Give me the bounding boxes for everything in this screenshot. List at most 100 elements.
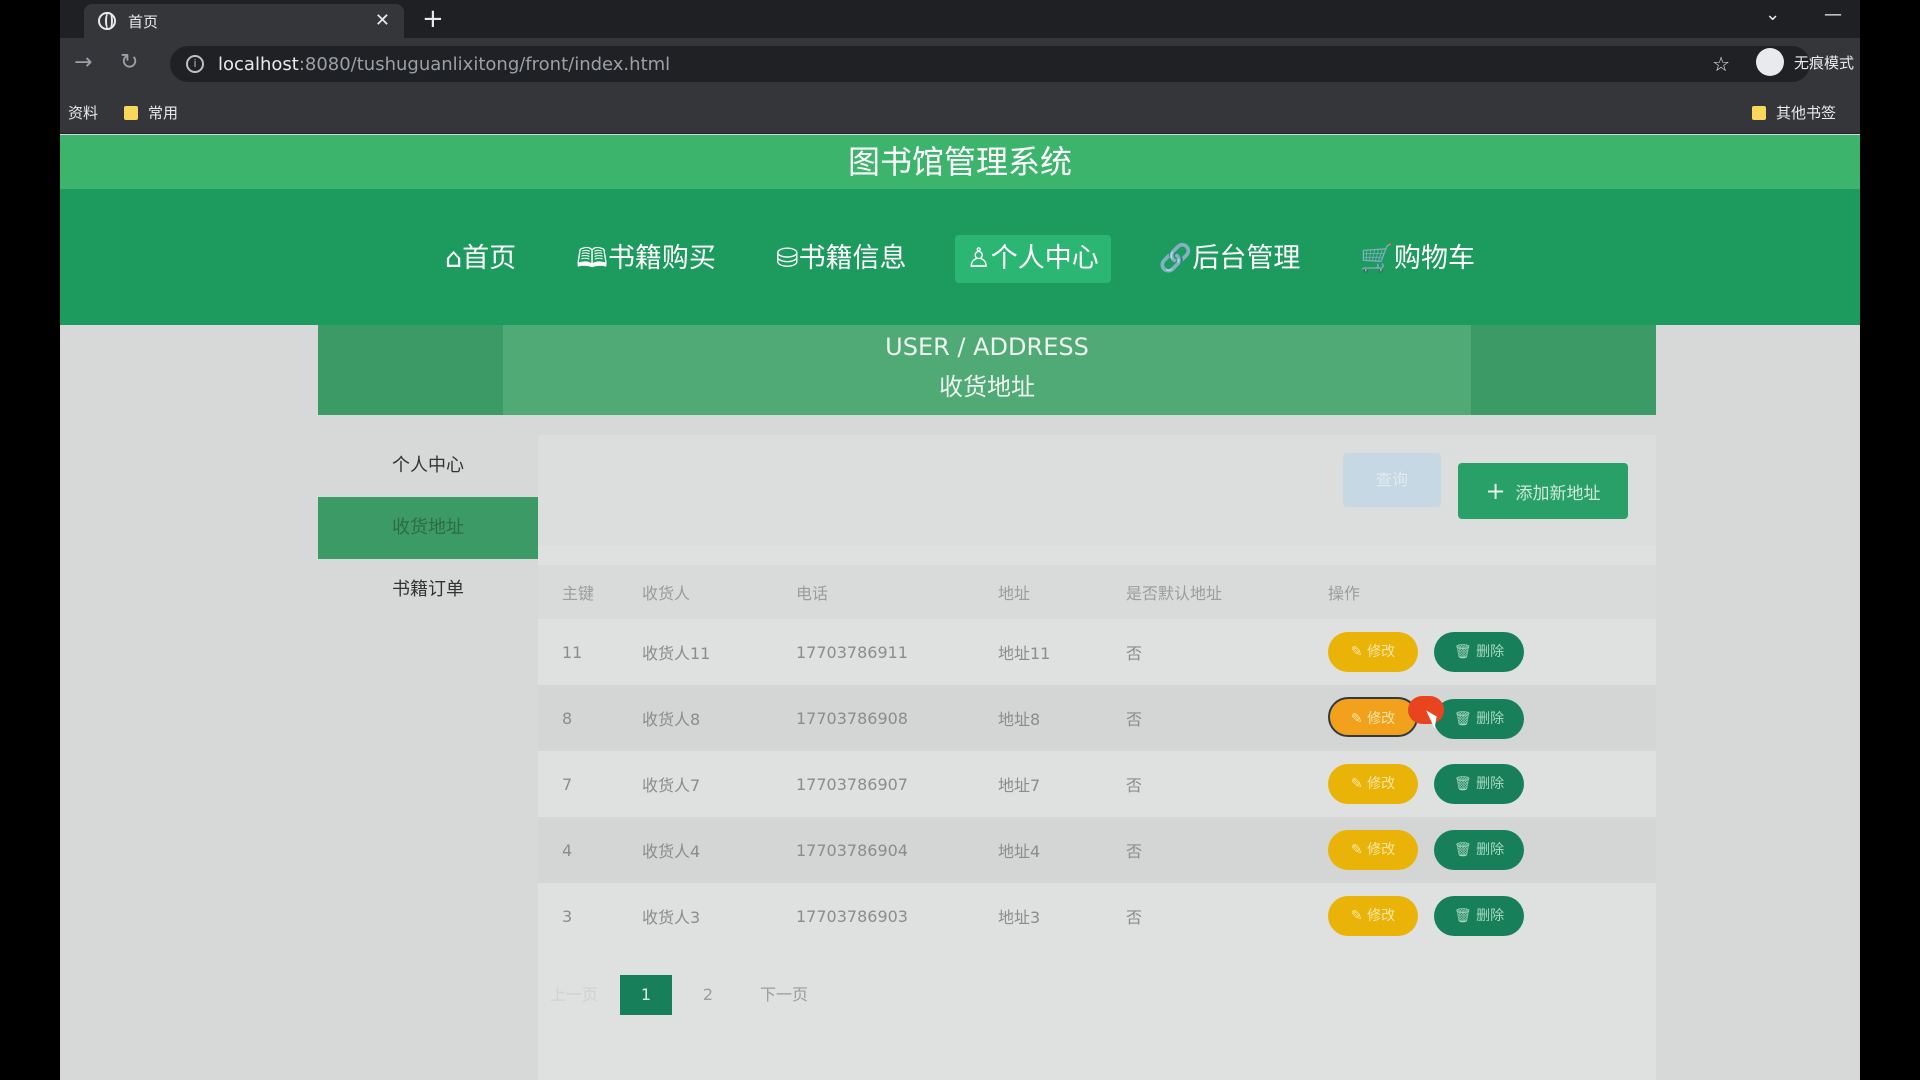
site-info-icon[interactable]: i [186, 55, 204, 73]
url-host: localhost [218, 53, 299, 75]
cell-name: 收货人3 [642, 908, 701, 927]
tab-strip: 首页 ✕ + ⌄ — [60, 0, 1860, 38]
folder-icon [124, 105, 138, 120]
cell-phone: 17703786908 [796, 685, 998, 751]
url-field[interactable]: i localhost:8080/tushuguanlixitong/front… [170, 46, 1810, 82]
edit-button[interactable]: ✎ 修改 [1328, 830, 1418, 870]
cell-id: 8 [538, 685, 642, 751]
site-title: 图书馆管理系统 [60, 135, 1860, 189]
nav-book-info[interactable]: ⛁书籍信息 [764, 235, 919, 283]
tab-search-icon[interactable]: ⌄ [1765, 4, 1780, 25]
cell-default: 否 [1126, 685, 1328, 751]
table-row: 8 收货人8 17703786908 地址8 否 ✎ 修改 🗑 删除 [538, 685, 1656, 751]
nav-cart[interactable]: 🛒购物车 [1348, 235, 1487, 283]
address-bar-row: → ↻ i localhost:8080/tushuguanlixitong/f… [60, 38, 1860, 90]
add-address-label: 添加新地址 [1515, 483, 1601, 504]
page-banner: USER / ADDRESS 收货地址 [318, 325, 1656, 415]
bookmark-folder[interactable]: 常用 [124, 102, 178, 123]
cell-name: 收货人8 [642, 685, 796, 751]
next-page-button[interactable]: 下一页 [744, 975, 824, 1015]
minimize-icon[interactable]: — [1824, 4, 1842, 25]
column-header: 是否默认地址 [1126, 565, 1328, 619]
edit-button[interactable]: ✎ 修改 [1328, 764, 1418, 804]
cell-address: 地址3 [998, 908, 1041, 927]
cell-name: 收货人11 [642, 644, 711, 663]
cell-actions: ✎ 修改 🗑 删除 [1328, 751, 1656, 817]
sidebar-item-address[interactable]: 收货地址 [318, 497, 538, 559]
delete-button[interactable]: 🗑 删除 [1434, 632, 1524, 672]
delete-button[interactable]: 🗑 删除 [1434, 830, 1524, 870]
bookmarks-bar: 资料 常用 其他书签 [60, 90, 1860, 134]
cell-name: 收货人7 [642, 776, 701, 795]
table-header-row: 主键 收货人 电话 地址 是否默认地址 操作 [538, 565, 1656, 619]
new-tab-button[interactable]: + [422, 4, 444, 34]
cell-default: 否 [1126, 644, 1143, 663]
cell-default: 否 [1126, 817, 1328, 883]
bookmark-label: 常用 [148, 104, 179, 122]
incognito-icon [1755, 48, 1784, 76]
page-button-2[interactable]: 2 [682, 975, 734, 1015]
bookmark-star-icon[interactable]: ☆ [1712, 52, 1730, 76]
table-row: 3 收货人3 17703786903 地址3 否 ✎ 修改 🗑 删除 [538, 883, 1656, 949]
web-page: 图书馆管理系统 ⌂首页 🕮书籍购买 ⛁书籍信息 ♙个人中心 🔗后台管理 🛒购物车… [60, 135, 1860, 1080]
cell-default: 否 [1126, 776, 1143, 795]
edit-button[interactable]: ✎ 修改 [1328, 896, 1418, 936]
nav-admin[interactable]: 🔗后台管理 [1147, 235, 1313, 283]
add-address-button[interactable]: + 添加新地址 [1458, 463, 1628, 519]
plus-icon: + [1485, 477, 1506, 505]
cell-address: 地址7 [998, 776, 1041, 795]
cell-id: 3 [562, 906, 573, 926]
sidebar: 个人中心 收货地址 书籍订单 [318, 435, 538, 621]
column-header: 电话 [796, 565, 998, 619]
search-button[interactable]: 查询 [1343, 453, 1441, 507]
cell-id: 11 [562, 642, 583, 662]
cell-phone: 17703786907 [796, 774, 908, 794]
nav-home[interactable]: ⌂首页 [433, 235, 528, 283]
banner-title-cn: 收货地址 [939, 373, 1035, 401]
browser-window: 首页 ✕ + ⌄ — → ↻ i localhost:8080/tushugua… [60, 0, 1860, 1080]
right-letterbox [1860, 0, 1920, 1080]
cell-default: 否 [1126, 908, 1143, 927]
other-bookmarks[interactable]: 其他书签 [1751, 102, 1836, 123]
reload-icon[interactable]: ↻ [120, 50, 138, 75]
main-nav: ⌂首页 🕮书籍购买 ⛁书籍信息 ♙个人中心 🔗后台管理 🛒购物车 [60, 189, 1860, 325]
window-controls: ⌄ — [1727, 4, 1842, 25]
edit-button[interactable]: ✎ 修改 [1328, 697, 1418, 737]
table-row: 11 收货人11 17703786911 地址11 否 ✎ 修改 🗑 删除 [538, 619, 1656, 685]
cell-address: 地址8 [998, 685, 1126, 751]
cell-phone: 17703786911 [796, 642, 908, 662]
column-header: 地址 [998, 565, 1126, 619]
delete-button[interactable]: 🗑 删除 [1434, 764, 1524, 804]
cell-actions: ✎ 修改 🗑 删除 [1328, 619, 1656, 685]
sidebar-item-user-center[interactable]: 个人中心 [318, 435, 538, 497]
folder-icon [1751, 105, 1766, 120]
url-path: :8080/tushuguanlixitong/front/index.html [298, 53, 671, 75]
cell-address: 地址4 [998, 817, 1126, 883]
delete-button[interactable]: 🗑 删除 [1434, 699, 1524, 739]
cell-id: 4 [538, 817, 642, 883]
forward-icon[interactable]: → [74, 50, 92, 75]
prev-page-button[interactable]: 上一页 [538, 975, 610, 1015]
close-tab-icon[interactable]: ✕ [375, 10, 390, 31]
cell-name: 收货人4 [642, 817, 796, 883]
nav-book-purchase[interactable]: 🕮书籍购买 [564, 235, 728, 283]
mouse-cursor [1408, 696, 1444, 724]
cell-phone: 17703786904 [796, 817, 998, 883]
nav-user-center[interactable]: ♙个人中心 [954, 235, 1111, 283]
column-header: 操作 [1328, 565, 1656, 619]
cell-actions: ✎ 修改 🗑 删除 [1328, 817, 1656, 883]
globe-icon [98, 12, 116, 30]
delete-button[interactable]: 🗑 删除 [1434, 896, 1524, 936]
table-row: 4 收货人4 17703786904 地址4 否 ✎ 修改 🗑 删除 [538, 817, 1656, 883]
edit-button[interactable]: ✎ 修改 [1328, 632, 1418, 672]
sidebar-item-orders[interactable]: 书籍订单 [318, 559, 538, 621]
cell-actions: ✎ 修改 🗑 删除 [1328, 883, 1656, 949]
page-button-1[interactable]: 1 [620, 975, 672, 1015]
browser-tab[interactable]: 首页 ✕ [84, 4, 404, 38]
incognito-label: 无痕模式 [1793, 53, 1854, 72]
address-table: 主键 收货人 电话 地址 是否默认地址 操作 11 收货人11 17703786… [538, 565, 1656, 949]
incognito-indicator[interactable]: 无痕模式 [1755, 48, 1854, 76]
bookmark-item[interactable]: 资料 [68, 102, 98, 123]
left-letterbox [0, 0, 60, 1080]
other-bookmarks-label: 其他书签 [1775, 104, 1836, 122]
